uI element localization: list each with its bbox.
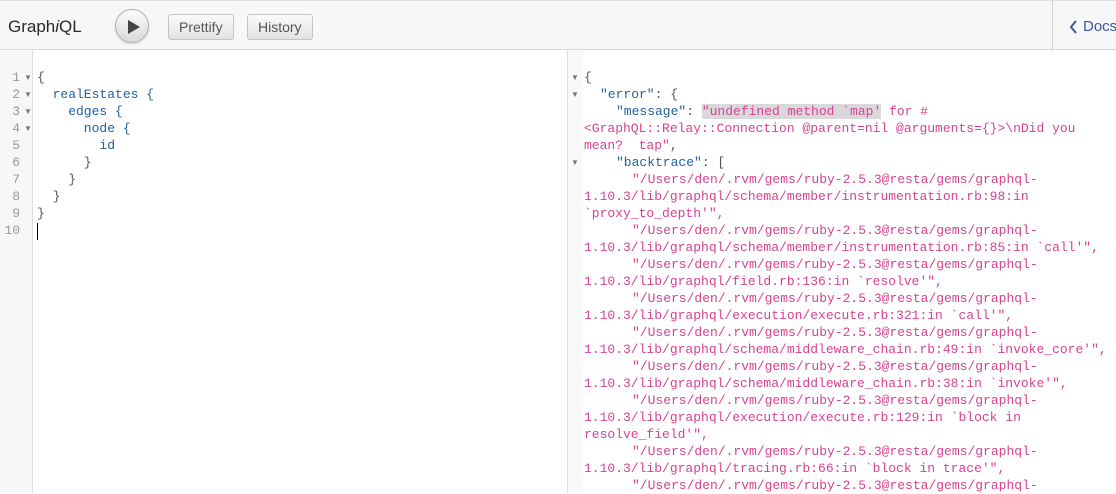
- line-number: 6: [12, 155, 20, 170]
- code-line: }: [37, 189, 61, 204]
- text-cursor: [37, 223, 38, 240]
- backtrace-line: 1.10.3/lib/graphql/schema/middleware_cha…: [584, 342, 1107, 357]
- error-open: : {: [654, 87, 679, 102]
- result-line: {: [584, 70, 592, 85]
- backtrace-line: 1.10.3/lib/graphql/schema/member/instrum…: [584, 240, 1099, 255]
- backtrace-line: 1.10.3/lib/graphql/tracing.rb:66:in `blo…: [584, 461, 1006, 476]
- backtrace-line: "/Users/den/.rvm/gems/ruby-2.5.3@resta/g…: [632, 359, 1038, 374]
- backtrace-line: "/Users/den/.rvm/gems/ruby-2.5.3@resta/g…: [632, 325, 1038, 340]
- fold-arrow-icon[interactable]: ▼: [24, 74, 32, 82]
- backtrace-line: "/Users/den/.rvm/gems/ruby-2.5.3@resta/g…: [632, 172, 1038, 187]
- docs-label: Docs: [1083, 18, 1116, 35]
- prettify-button[interactable]: Prettify: [168, 14, 234, 40]
- message-rest: for #: [881, 104, 929, 119]
- code-line: }: [37, 206, 45, 221]
- title-prefix: Graph: [8, 17, 56, 36]
- comma: ,: [669, 138, 678, 153]
- title-suffix: QL: [59, 17, 82, 36]
- line-number: 9: [12, 206, 20, 221]
- fold-arrow-icon[interactable]: ▼: [24, 108, 32, 116]
- code-line: node {: [37, 121, 131, 136]
- result-viewer[interactable]: ▼ ▼ ▼ { "error": { "message": "undefined…: [567, 50, 1116, 493]
- result-gutter: [568, 50, 583, 493]
- code-line: id: [37, 138, 116, 153]
- message-cont2: mean? tap": [584, 138, 670, 153]
- code-line: }: [37, 172, 77, 187]
- query-editor[interactable]: 1 2 3 4 5 6 7 8 9 10 ▼ ▼ ▼ ▼ { realEstat…: [0, 50, 567, 493]
- code-line: {: [37, 70, 45, 85]
- execute-query-button[interactable]: [115, 9, 149, 43]
- backtrace-line: "/Users/den/.rvm/gems/ruby-2.5.3@resta/g…: [632, 291, 1038, 306]
- result-line: "message": "undefined method `map' for #: [616, 103, 928, 120]
- docs-button[interactable]: Docs: [1052, 1, 1116, 51]
- result-line: mean? tap",: [584, 137, 678, 154]
- code-line: edges {: [37, 104, 123, 119]
- fold-arrow-icon[interactable]: ▼: [24, 91, 32, 99]
- chevron-left-icon: [1069, 20, 1077, 34]
- message-highlight: "undefined method `map': [701, 104, 882, 119]
- fold-arrow-icon[interactable]: ▼: [24, 125, 32, 133]
- backtrace-open: : [: [701, 155, 726, 170]
- backtrace-line: "/Users/den/.rvm/gems/ruby-2.5.3@resta/g…: [632, 444, 1038, 459]
- message-key: "message": [616, 104, 687, 119]
- fold-arrow-icon[interactable]: ▼: [571, 74, 579, 82]
- error-key: "error": [600, 87, 655, 102]
- fold-arrow-icon[interactable]: ▼: [571, 159, 579, 167]
- line-number: 5: [12, 138, 20, 153]
- backtrace-line: 1.10.3/lib/graphql/schema/member/instrum…: [584, 189, 1029, 204]
- backtrace-line: 1.10.3/lib/graphql/field.rb:136:in `reso…: [584, 274, 943, 289]
- line-number: 7: [12, 172, 20, 187]
- history-button[interactable]: History: [247, 14, 313, 40]
- line-number: 4: [12, 121, 20, 136]
- backtrace-line: 1.10.3/lib/graphql/execution/execute.rb:…: [584, 410, 1021, 425]
- colon: :: [686, 104, 702, 119]
- result-line: "backtrace": [: [616, 154, 725, 171]
- result-line: "error": {: [600, 86, 678, 103]
- line-number: 3: [12, 104, 20, 119]
- line-number: 2: [12, 87, 20, 102]
- play-icon: [128, 20, 140, 34]
- backtrace-line: "/Users/den/.rvm/gems/ruby-2.5.3@resta/g…: [632, 393, 1038, 408]
- result-line: <GraphQL::Relay::Connection @parent=nil …: [584, 121, 1076, 136]
- backtrace-key: "backtrace": [616, 155, 702, 170]
- app-title: GraphiQL: [8, 17, 82, 37]
- backtrace-line: 1.10.3/lib/graphql/execution/execute.rb:…: [584, 308, 1014, 323]
- code-line: }: [37, 155, 92, 170]
- backtrace-line: resolve_field'",: [584, 427, 709, 442]
- backtrace-line: `proxy_to_depth'",: [584, 206, 725, 221]
- code-line: realEstates {: [37, 87, 155, 102]
- backtrace-line: "/Users/den/.rvm/gems/ruby-2.5.3@resta/g…: [632, 223, 1038, 238]
- toolbar: GraphiQL Prettify History Docs: [0, 0, 1116, 51]
- backtrace-line: "/Users/den/.rvm/gems/ruby-2.5.3@resta/g…: [632, 257, 1038, 272]
- line-number: 10: [4, 223, 20, 238]
- backtrace-line: 1.10.3/lib/graphql/schema/middleware_cha…: [584, 376, 1068, 391]
- line-number: 8: [12, 189, 20, 204]
- fold-arrow-icon[interactable]: ▼: [571, 91, 579, 99]
- line-number: 1: [12, 70, 20, 85]
- backtrace-line: "/Users/den/.rvm/gems/ruby-2.5.3@resta/g…: [632, 478, 1038, 493]
